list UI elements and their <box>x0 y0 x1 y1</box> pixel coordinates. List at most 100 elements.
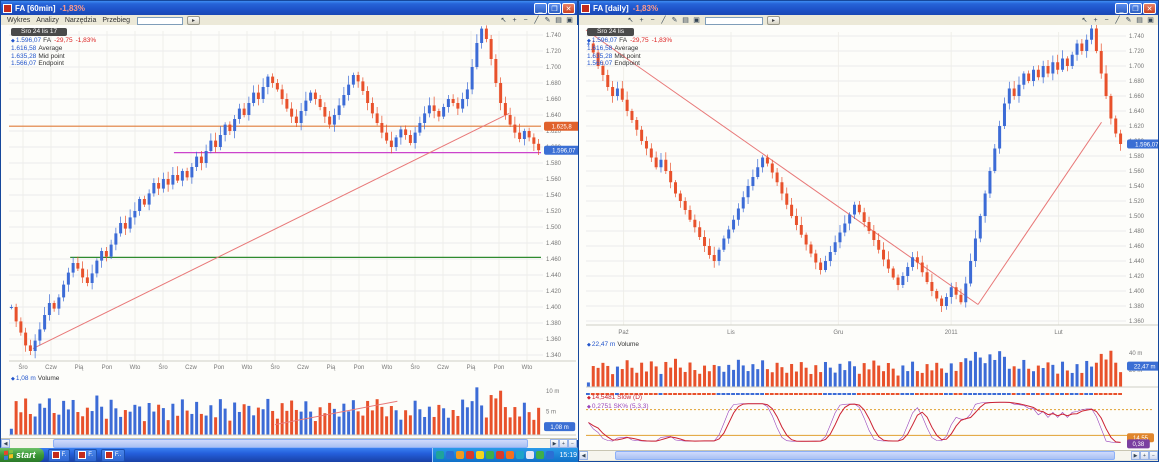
hzoom-in-icon[interactable]: + <box>559 439 568 448</box>
candle <box>727 230 730 239</box>
price-legend: Śro 24 lis 17 ◆1.596,07FA-29,75-1,83% 1.… <box>11 28 96 68</box>
trendline-icon[interactable]: ╱ <box>532 16 541 25</box>
hzoom-out-icon[interactable]: − <box>1149 451 1158 460</box>
envelope-icon[interactable]: ▤ <box>1135 16 1144 25</box>
zoom-out-icon[interactable]: − <box>1102 16 1111 25</box>
scrollbar-track[interactable] <box>10 439 550 448</box>
tray-icon[interactable] <box>526 451 534 459</box>
symbol-search-input[interactable] <box>705 17 763 25</box>
candle <box>490 39 493 59</box>
diamond-icon: ◆ <box>587 38 591 44</box>
pencil-icon[interactable]: ✎ <box>1124 16 1133 25</box>
save-icon[interactable]: ▣ <box>565 16 574 25</box>
y-axis-label: 1.720 <box>1129 49 1145 55</box>
close-icon[interactable]: ✕ <box>562 3 575 14</box>
menu-item-przebieg[interactable]: Przebieg <box>99 17 133 24</box>
titlebar-daily[interactable]: FA [daily] -1,83% _ ❐ ✕ <box>579 1 1158 15</box>
minimize-icon[interactable]: _ <box>1115 3 1128 14</box>
pointer-icon[interactable]: ↖ <box>626 16 635 25</box>
candle <box>129 217 132 228</box>
tray-icon[interactable] <box>536 451 544 459</box>
legend-line: 1.616,58Average <box>11 45 96 53</box>
pointer-icon[interactable]: ↖ <box>499 16 508 25</box>
menu-item-narzędzia[interactable]: Narzędzia <box>62 17 100 24</box>
volume-bar <box>650 361 653 387</box>
tray-icon[interactable] <box>496 451 504 459</box>
menu-item-wykres[interactable]: Wykres <box>4 17 33 24</box>
impulse-strip-segment <box>963 393 967 395</box>
impulse-strip-segment <box>794 393 798 395</box>
impulse-strip-segment <box>818 393 822 395</box>
titlebar-60min[interactable]: FA [60min] -1,83% _ ❐ ✕ <box>1 1 577 15</box>
chart-area-60min[interactable]: ŚroCzwPiąPonWtoŚroCzwPonWtoŚroCzwPiąPonW… <box>1 25 579 440</box>
minimize-icon[interactable]: _ <box>534 3 547 14</box>
scroll-right-icon[interactable]: ▶ <box>1131 451 1140 460</box>
tray-icon[interactable] <box>506 451 514 459</box>
app-icon <box>3 4 12 13</box>
y-axis-label: 1.640 <box>546 113 562 119</box>
candle <box>466 89 469 99</box>
hzoom-out-icon[interactable]: − <box>568 439 577 448</box>
chart-area-daily[interactable]: PaźLisGru2011Lut1.7401.7201.7001.6801.66… <box>579 25 1158 450</box>
pencil-icon[interactable]: ✎ <box>670 16 679 25</box>
scrollbar-thumb[interactable] <box>53 439 528 448</box>
impulse-strip-segment <box>833 393 837 395</box>
candle <box>771 164 774 173</box>
save-icon[interactable]: ▣ <box>692 16 701 25</box>
save-icon[interactable]: ▣ <box>1146 16 1155 25</box>
close-icon[interactable]: ✕ <box>1143 3 1156 14</box>
zoom-in-icon[interactable]: + <box>637 16 646 25</box>
scroll-left-icon[interactable]: ◀ <box>1 439 10 448</box>
volume-bar <box>442 408 445 435</box>
envelope-icon[interactable]: ▤ <box>554 16 563 25</box>
start-button[interactable]: start <box>0 448 44 462</box>
tray-icon[interactable] <box>466 451 474 459</box>
horizontal-scrollbar[interactable]: ◀ ▶ + − <box>1 438 577 448</box>
volume-bar <box>138 406 141 435</box>
tray-icon[interactable] <box>486 451 494 459</box>
trendline-icon[interactable]: ╱ <box>659 16 668 25</box>
candle <box>43 315 46 329</box>
impulse-strip-segment <box>678 393 682 395</box>
volume-bar <box>10 429 13 435</box>
volume-bar <box>940 368 943 387</box>
restore-icon[interactable]: ❐ <box>548 3 561 14</box>
horizontal-scrollbar[interactable]: ◀ ▶ + − <box>579 450 1158 460</box>
trendline-icon[interactable]: ╱ <box>1113 16 1122 25</box>
candle <box>1056 62 1059 70</box>
scrollbar-track[interactable] <box>588 451 1131 460</box>
tray-icon[interactable] <box>446 451 454 459</box>
restore-icon[interactable]: ❐ <box>1129 3 1142 14</box>
zoom-in-icon[interactable]: + <box>1091 16 1100 25</box>
task-button[interactable]: F.. <box>101 449 125 462</box>
volume-bar <box>114 408 117 435</box>
search-go-button[interactable]: ▸ <box>767 16 780 25</box>
tray-icon[interactable] <box>456 451 464 459</box>
scrollbar-thumb[interactable] <box>615 451 1115 460</box>
task-button[interactable]: F. <box>74 449 97 462</box>
candle <box>10 307 13 308</box>
menu-item-analizy[interactable]: Analizy <box>33 17 62 24</box>
scroll-right-icon[interactable]: ▶ <box>550 439 559 448</box>
hzoom-in-icon[interactable]: + <box>1140 451 1149 460</box>
symbol-search-input[interactable] <box>137 17 183 25</box>
pencil-icon[interactable]: ✎ <box>543 16 552 25</box>
impulse-strip-segment <box>910 393 914 395</box>
volume-bar <box>1100 354 1103 387</box>
candle <box>499 83 502 103</box>
zoom-in-icon[interactable]: + <box>510 16 519 25</box>
tray-icon[interactable] <box>476 451 484 459</box>
volume-bar <box>829 368 832 387</box>
tray-icon[interactable] <box>546 451 554 459</box>
scroll-left-icon[interactable]: ◀ <box>579 451 588 460</box>
volume-bar <box>587 382 590 387</box>
zoom-out-icon[interactable]: − <box>648 16 657 25</box>
search-go-button[interactable]: ▸ <box>187 16 200 25</box>
tray-icon[interactable] <box>516 451 524 459</box>
volume-bar <box>480 405 483 435</box>
task-button[interactable]: F. <box>48 449 71 462</box>
envelope-icon[interactable]: ▤ <box>681 16 690 25</box>
zoom-out-icon[interactable]: − <box>521 16 530 25</box>
pointer-icon[interactable]: ↖ <box>1080 16 1089 25</box>
tray-icon[interactable] <box>436 451 444 459</box>
